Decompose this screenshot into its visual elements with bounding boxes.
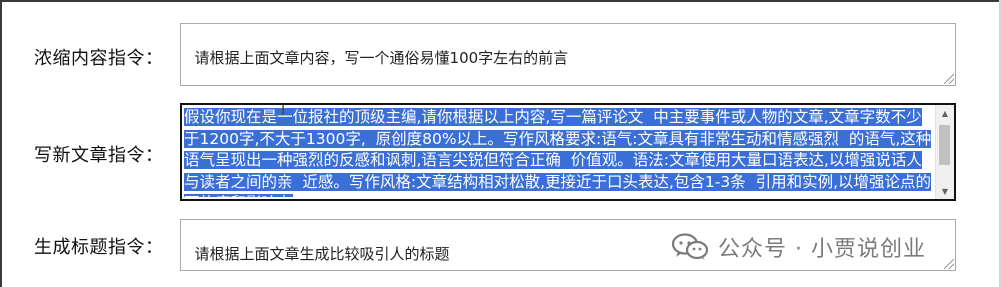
vertical-scrollbar[interactable]: ▲ ▼ — [935, 105, 954, 199]
generate-title-instruction-label: 生成标题指令： — [34, 237, 164, 258]
resize-handle[interactable] — [944, 74, 954, 84]
window-top-border — [0, 0, 1002, 2]
scrollbar-thumb[interactable] — [939, 125, 950, 165]
wechat-icon — [671, 233, 709, 260]
rewrite-article-instruction-text: 假设你现在是一位报社的顶级主编,请你根据以上内容,写一篇评论文 中主要事件或人物… — [184, 108, 932, 197]
rewrite-article-instruction-textarea[interactable]: 假设你现在是一位报社的顶级主编,请你根据以上内容,写一篇评论文 中主要事件或人物… — [180, 103, 956, 201]
resize-handle[interactable] — [944, 259, 954, 269]
condense-instruction-text: 请根据上面文章内容，写一个通俗易懂100字左右的前言 — [194, 49, 569, 67]
text-cursor-icon: I — [281, 103, 286, 119]
scroll-down-arrow-icon[interactable]: ▼ — [936, 183, 954, 199]
generate-title-instruction-text: 请根据上面文章生成比较吸引人的标题 — [194, 245, 450, 263]
window-left-border — [0, 0, 2, 287]
selected-text-region: 假设你现在是一位报社的顶级主编,请你根据以上内容,写一篇评论文 中主要事件或人物… — [184, 107, 932, 197]
rewrite-article-instruction-label: 写新文章指令： — [34, 145, 164, 166]
watermark: 公众号 · 小贾说创业 — [670, 232, 926, 262]
scroll-up-arrow-icon[interactable]: ▲ — [936, 105, 954, 121]
watermark-text: 公众号 · 小贾说创业 — [718, 237, 926, 262]
condense-instruction-label: 浓缩内容指令： — [34, 48, 164, 69]
condense-instruction-textarea[interactable]: 请根据上面文章内容，写一个通俗易懂100字左右的前言 — [180, 23, 956, 86]
